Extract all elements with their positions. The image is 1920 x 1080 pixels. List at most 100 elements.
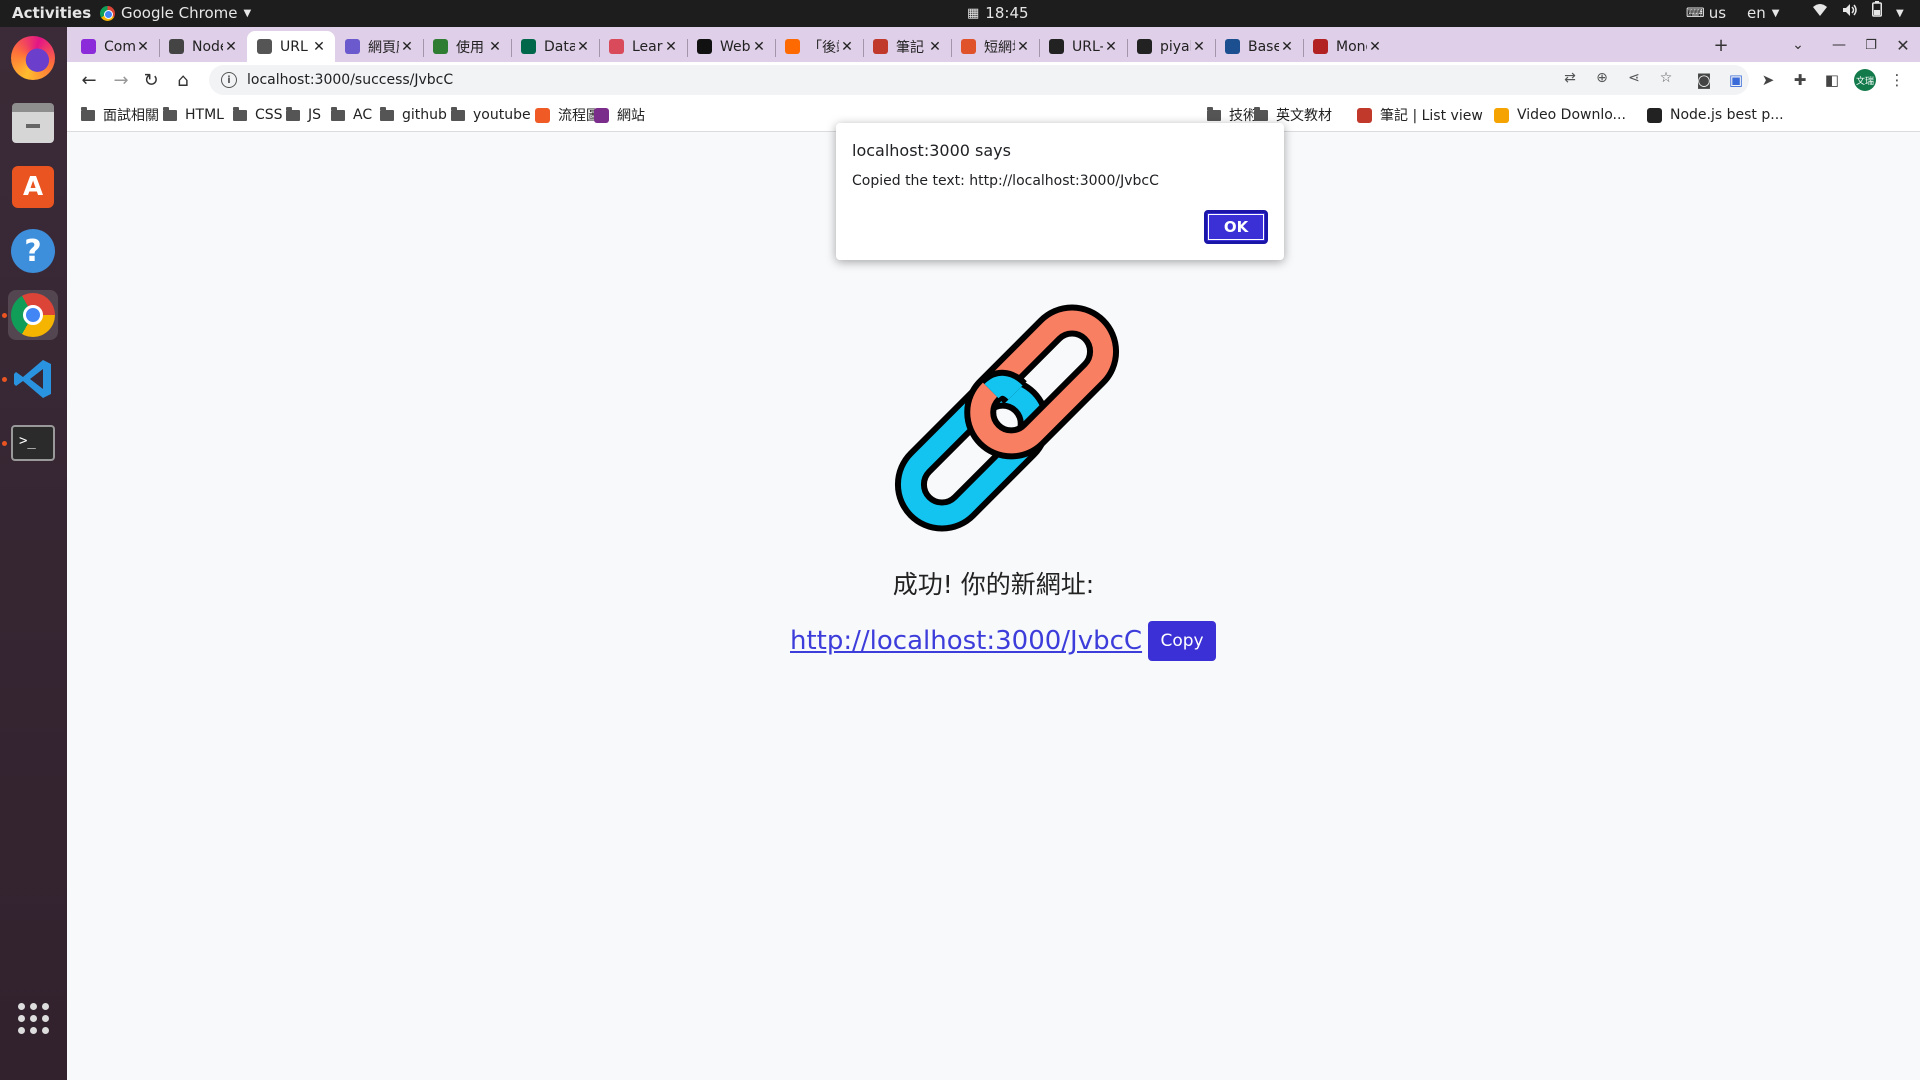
bookmark-star-icon[interactable]: ☆ bbox=[1657, 69, 1675, 87]
reload-button[interactable]: ↻ bbox=[137, 66, 165, 94]
screenshot-extension-icon[interactable]: ◙ bbox=[1693, 69, 1715, 91]
dock-vscode[interactable] bbox=[8, 354, 58, 404]
app-menu[interactable]: Google Chrome ▼ bbox=[100, 0, 251, 27]
chevron-down-icon: ▼ bbox=[243, 8, 252, 19]
tab-close-icon[interactable]: ✕ bbox=[487, 39, 503, 55]
tab-close-icon[interactable]: ✕ bbox=[927, 39, 943, 55]
side-panel-icon[interactable]: ◧ bbox=[1821, 69, 1843, 91]
bookmark-favicon-icon bbox=[1647, 107, 1662, 123]
tab[interactable]: Compl✕ bbox=[71, 31, 159, 62]
tab[interactable]: Mongo✕ bbox=[1303, 31, 1391, 62]
tab[interactable]: Web A✕ bbox=[687, 31, 775, 62]
tab-close-icon[interactable]: ✕ bbox=[663, 39, 679, 55]
tab[interactable]: Learn✕ bbox=[599, 31, 687, 62]
dock-files[interactable] bbox=[8, 98, 58, 148]
calendar-icon: ▦ bbox=[967, 6, 980, 21]
bookmark-item[interactable]: CSS bbox=[233, 98, 283, 132]
bookmark-item[interactable]: AC bbox=[331, 98, 372, 132]
bookmark-item[interactable]: 網站 bbox=[594, 98, 645, 132]
tab[interactable]: Nodejs✕ bbox=[159, 31, 247, 62]
system-menu[interactable]: ▼ bbox=[1812, 0, 1904, 27]
bookmark-item[interactable]: Node.js best p... bbox=[1647, 98, 1784, 132]
back-button[interactable]: ← bbox=[75, 66, 103, 94]
dock-firefox[interactable] bbox=[8, 33, 58, 83]
address-url[interactable]: localhost:3000/success/JvbcC bbox=[247, 72, 453, 88]
zoom-icon[interactable]: ⊕ bbox=[1593, 69, 1611, 87]
tab[interactable]: 網頁應✕ bbox=[335, 31, 423, 62]
bookmark-favicon-icon bbox=[535, 107, 550, 123]
tab-close-icon[interactable]: ✕ bbox=[1191, 39, 1207, 55]
clock[interactable]: ▦ 18:45 bbox=[967, 0, 1029, 27]
dock-help[interactable]: ? bbox=[8, 226, 58, 276]
cursor-extension-icon[interactable]: ➤ bbox=[1757, 69, 1779, 91]
bookmark-item[interactable]: JS bbox=[286, 98, 321, 132]
tab-close-icon[interactable]: ✕ bbox=[1103, 39, 1119, 55]
volume-icon bbox=[1842, 0, 1858, 27]
tab-favicon-icon bbox=[81, 39, 96, 54]
bookmark-favicon-icon bbox=[1494, 107, 1509, 123]
close-window-button[interactable]: ✕ bbox=[1889, 31, 1917, 59]
short-url-row: http://localhost:3000/JvbcC Copy bbox=[790, 621, 1217, 661]
folder-icon bbox=[331, 106, 345, 121]
tab-close-icon[interactable]: ✕ bbox=[1015, 39, 1031, 55]
bookmark-item[interactable]: 面試相關 bbox=[81, 98, 159, 132]
tab[interactable]: URL-Sh✕ bbox=[1039, 31, 1127, 62]
bookmark-item[interactable]: Video Downlo... bbox=[1494, 98, 1626, 132]
forward-button[interactable]: → bbox=[107, 66, 135, 94]
activities-button[interactable]: Activities bbox=[12, 0, 91, 27]
bookmark-item[interactable]: 流程圖 bbox=[535, 98, 600, 132]
home-button[interactable]: ⌂ bbox=[169, 66, 197, 94]
tab-close-icon[interactable]: ✕ bbox=[575, 39, 591, 55]
tab-close-icon[interactable]: ✕ bbox=[135, 39, 151, 55]
extensions-puzzle-icon[interactable]: ✚ bbox=[1789, 69, 1811, 91]
tab-close-icon[interactable]: ✕ bbox=[751, 39, 767, 55]
restore-button[interactable]: ❐ bbox=[1857, 31, 1885, 59]
dock-chrome[interactable] bbox=[8, 290, 58, 340]
tab-close-icon[interactable]: ✕ bbox=[311, 39, 327, 55]
translate-icon[interactable]: ⇄ bbox=[1561, 69, 1579, 87]
tab-close-icon[interactable]: ✕ bbox=[1367, 39, 1383, 55]
alert-message: Copied the text: http://localhost:3000/J… bbox=[852, 173, 1159, 189]
tab-search-button[interactable]: ⌄ bbox=[1784, 31, 1812, 59]
tab[interactable]: URL Sh✕ bbox=[247, 31, 335, 62]
bookmark-item[interactable]: 筆記 | List view bbox=[1357, 98, 1483, 132]
short-url-link[interactable]: http://localhost:3000/JvbcC bbox=[790, 626, 1142, 656]
minimize-button[interactable]: — bbox=[1825, 31, 1853, 59]
tab[interactable]: 筆記 |✕ bbox=[863, 31, 951, 62]
bookmark-item[interactable]: youtube bbox=[451, 98, 531, 132]
tab[interactable]: Data |✕ bbox=[511, 31, 599, 62]
site-info-icon[interactable]: i bbox=[221, 72, 237, 88]
bookmark-item[interactable]: github bbox=[380, 98, 447, 132]
share-icon[interactable]: ⋖ bbox=[1625, 69, 1643, 87]
tab-close-icon[interactable]: ✕ bbox=[1279, 39, 1295, 55]
tab[interactable]: piyakk✕ bbox=[1127, 31, 1215, 62]
tab-favicon-icon bbox=[1313, 39, 1328, 54]
keyboard-indicator[interactable]: ⌨ us bbox=[1686, 0, 1726, 27]
tab[interactable]: 短網址✕ bbox=[951, 31, 1039, 62]
tab-close-icon[interactable]: ✕ bbox=[839, 39, 855, 55]
address-bar[interactable]: i localhost:3000/success/JvbcC bbox=[209, 65, 1749, 95]
new-tab-button[interactable]: + bbox=[1707, 31, 1735, 59]
translate-extension-icon[interactable]: ▣ bbox=[1725, 69, 1747, 91]
show-applications-icon[interactable] bbox=[18, 1003, 50, 1035]
tab-close-icon[interactable]: ✕ bbox=[399, 39, 415, 55]
dock-software-store[interactable]: A bbox=[8, 162, 58, 212]
tab[interactable]: Base6✕ bbox=[1215, 31, 1303, 62]
tab-favicon-icon bbox=[1049, 39, 1064, 54]
profile-avatar[interactable]: 文瑞 bbox=[1854, 69, 1876, 91]
tab[interactable]: 使用 C✕ bbox=[423, 31, 511, 62]
tab-title: Mongo bbox=[1336, 38, 1367, 55]
dock: A ? >_ bbox=[0, 27, 67, 1080]
dock-terminal[interactable]: >_ bbox=[8, 418, 58, 468]
folder-icon bbox=[286, 106, 300, 121]
bookmark-label: youtube bbox=[473, 107, 531, 123]
alert-ok-button[interactable]: OK bbox=[1204, 210, 1268, 244]
menu-kebab-icon[interactable]: ⋮ bbox=[1886, 69, 1908, 91]
folder-icon bbox=[380, 106, 394, 121]
tab-close-icon[interactable]: ✕ bbox=[223, 39, 239, 55]
bookmark-item[interactable]: HTML bbox=[163, 98, 224, 132]
language-indicator[interactable]: en ▼ bbox=[1747, 0, 1779, 27]
copy-button[interactable]: Copy bbox=[1148, 621, 1217, 661]
running-indicator bbox=[2, 377, 7, 382]
tab[interactable]: 「後端✕ bbox=[775, 31, 863, 62]
